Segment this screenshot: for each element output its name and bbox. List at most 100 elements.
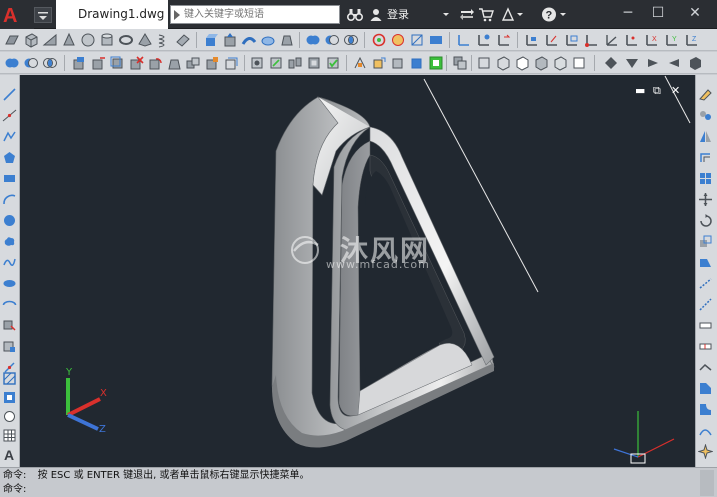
revision-cloud-icon[interactable] xyxy=(2,234,17,249)
drawing-viewport[interactable]: ▬ ⧉ ✕ Y X Z 沐风网 www.mfcad.com xyxy=(20,75,695,467)
intersect-icon[interactable] xyxy=(343,32,359,48)
rectangle-icon[interactable] xyxy=(2,171,17,186)
check-solid-icon[interactable] xyxy=(371,32,387,48)
ucs-origin-icon[interactable] xyxy=(584,32,600,48)
subtract-icon[interactable] xyxy=(324,32,340,48)
join-icon[interactable] xyxy=(698,360,713,375)
exchange-icon[interactable] xyxy=(459,7,475,22)
search-box[interactable] xyxy=(170,5,340,24)
erase-icon[interactable] xyxy=(698,87,713,102)
2d-wireframe-icon[interactable] xyxy=(476,55,492,71)
realistic-icon[interactable] xyxy=(533,55,549,71)
ucs-face-icon[interactable] xyxy=(524,32,540,48)
circle-icon[interactable] xyxy=(2,213,17,228)
rotate-icon[interactable] xyxy=(698,213,713,228)
polyline-icon[interactable] xyxy=(2,129,17,144)
explode-icon[interactable] xyxy=(698,444,713,459)
3d-mirror-icon[interactable] xyxy=(409,55,425,71)
sweep-icon[interactable] xyxy=(241,32,257,48)
box-icon[interactable] xyxy=(23,32,39,48)
delete-faces-icon[interactable] xyxy=(128,55,144,71)
ucs-world-icon[interactable] xyxy=(476,32,492,48)
extrude-icon[interactable] xyxy=(203,32,219,48)
shell-icon[interactable] xyxy=(306,55,322,71)
3d-wireframe-icon[interactable] xyxy=(495,55,511,71)
3d-move-icon[interactable] xyxy=(371,55,387,71)
extend-icon[interactable] xyxy=(698,297,713,312)
subtract-icon[interactable] xyxy=(23,55,39,71)
taper-faces-icon[interactable] xyxy=(166,55,182,71)
union-icon[interactable] xyxy=(4,55,20,71)
ucs-z-icon[interactable]: Z xyxy=(684,32,700,48)
line-icon[interactable] xyxy=(2,87,17,102)
hidden-icon[interactable] xyxy=(514,55,530,71)
chevron-down-icon[interactable] xyxy=(438,7,454,22)
user-icon[interactable] xyxy=(370,8,382,21)
command-scrollbar[interactable] xyxy=(700,470,714,496)
clean-icon[interactable] xyxy=(268,55,284,71)
intersect-icon[interactable] xyxy=(42,55,58,71)
color-faces-icon[interactable] xyxy=(204,55,220,71)
copy-edges-icon[interactable] xyxy=(223,55,239,71)
visual-style-manager-icon[interactable] xyxy=(571,55,587,71)
polysolid-icon[interactable] xyxy=(4,32,20,48)
maximize-button[interactable]: ☐ xyxy=(643,0,673,29)
section-plane-icon[interactable] xyxy=(409,32,425,48)
viewport-restore-icon[interactable]: ⧉ xyxy=(653,84,661,97)
offset-faces-icon[interactable] xyxy=(109,55,125,71)
3d-solid-frame[interactable] xyxy=(271,96,495,448)
application-menu-button[interactable]: A xyxy=(0,0,34,29)
ucs-icon[interactable] xyxy=(456,32,472,48)
blend-curves-icon[interactable] xyxy=(698,423,713,438)
3d-rotate-icon[interactable] xyxy=(390,55,406,71)
model-space-canvas[interactable]: ▬ ⧉ ✕ Y X Z xyxy=(20,75,695,467)
3d-array-icon[interactable] xyxy=(428,55,444,71)
view-left-icon[interactable] xyxy=(645,55,661,71)
rotate-faces-icon[interactable] xyxy=(147,55,163,71)
interference-icon[interactable] xyxy=(390,32,406,48)
visual-styles-icon[interactable] xyxy=(452,55,468,71)
revolve-icon[interactable] xyxy=(260,32,276,48)
cylinder-icon[interactable] xyxy=(99,32,115,48)
offset-icon[interactable] xyxy=(698,150,713,165)
move-icon[interactable] xyxy=(698,192,713,207)
check-icon[interactable] xyxy=(325,55,341,71)
table-icon[interactable] xyxy=(2,428,17,443)
sphere-icon[interactable] xyxy=(80,32,96,48)
stretch-icon[interactable] xyxy=(698,255,713,270)
presspull-icon[interactable] xyxy=(222,32,238,48)
cone-icon[interactable] xyxy=(61,32,77,48)
document-tab[interactable]: Drawing1.dwg xyxy=(56,0,168,29)
ucs-object-icon[interactable] xyxy=(544,32,560,48)
multiline-text-icon[interactable]: A xyxy=(2,447,17,462)
arc-icon[interactable] xyxy=(2,192,17,207)
mirror-icon[interactable] xyxy=(698,129,713,144)
ucs-3point-icon[interactable] xyxy=(624,32,640,48)
cart-icon[interactable] xyxy=(478,7,494,22)
construction-line-icon[interactable] xyxy=(2,108,17,123)
ucs-y-icon[interactable]: Y xyxy=(664,32,680,48)
close-button[interactable]: ✕ xyxy=(680,0,710,29)
login-link[interactable]: 登录 xyxy=(387,0,409,29)
extrude-faces-icon[interactable] xyxy=(71,55,87,71)
separate-icon[interactable] xyxy=(287,55,303,71)
search-input[interactable] xyxy=(184,7,334,22)
view-right-icon[interactable] xyxy=(666,55,682,71)
copy-faces-icon[interactable] xyxy=(185,55,201,71)
polygon-icon[interactable] xyxy=(2,150,17,165)
loft-icon[interactable] xyxy=(279,32,295,48)
ucs-zaxis-icon[interactable] xyxy=(604,32,620,48)
array-icon[interactable] xyxy=(698,171,713,186)
flatshot-icon[interactable] xyxy=(428,32,444,48)
ellipse-icon[interactable] xyxy=(2,276,17,291)
viewport-close-icon[interactable]: ✕ xyxy=(671,84,680,97)
ucs-view-icon[interactable] xyxy=(564,32,580,48)
view-iso-icon[interactable] xyxy=(687,55,703,71)
hatch-icon[interactable] xyxy=(2,371,17,386)
binoculars-icon[interactable] xyxy=(347,8,363,21)
copy-icon[interactable] xyxy=(698,108,713,123)
view-front-icon[interactable] xyxy=(624,55,640,71)
region-icon[interactable] xyxy=(2,409,17,424)
view-top-icon[interactable] xyxy=(603,55,619,71)
imprint-icon[interactable] xyxy=(249,55,265,71)
